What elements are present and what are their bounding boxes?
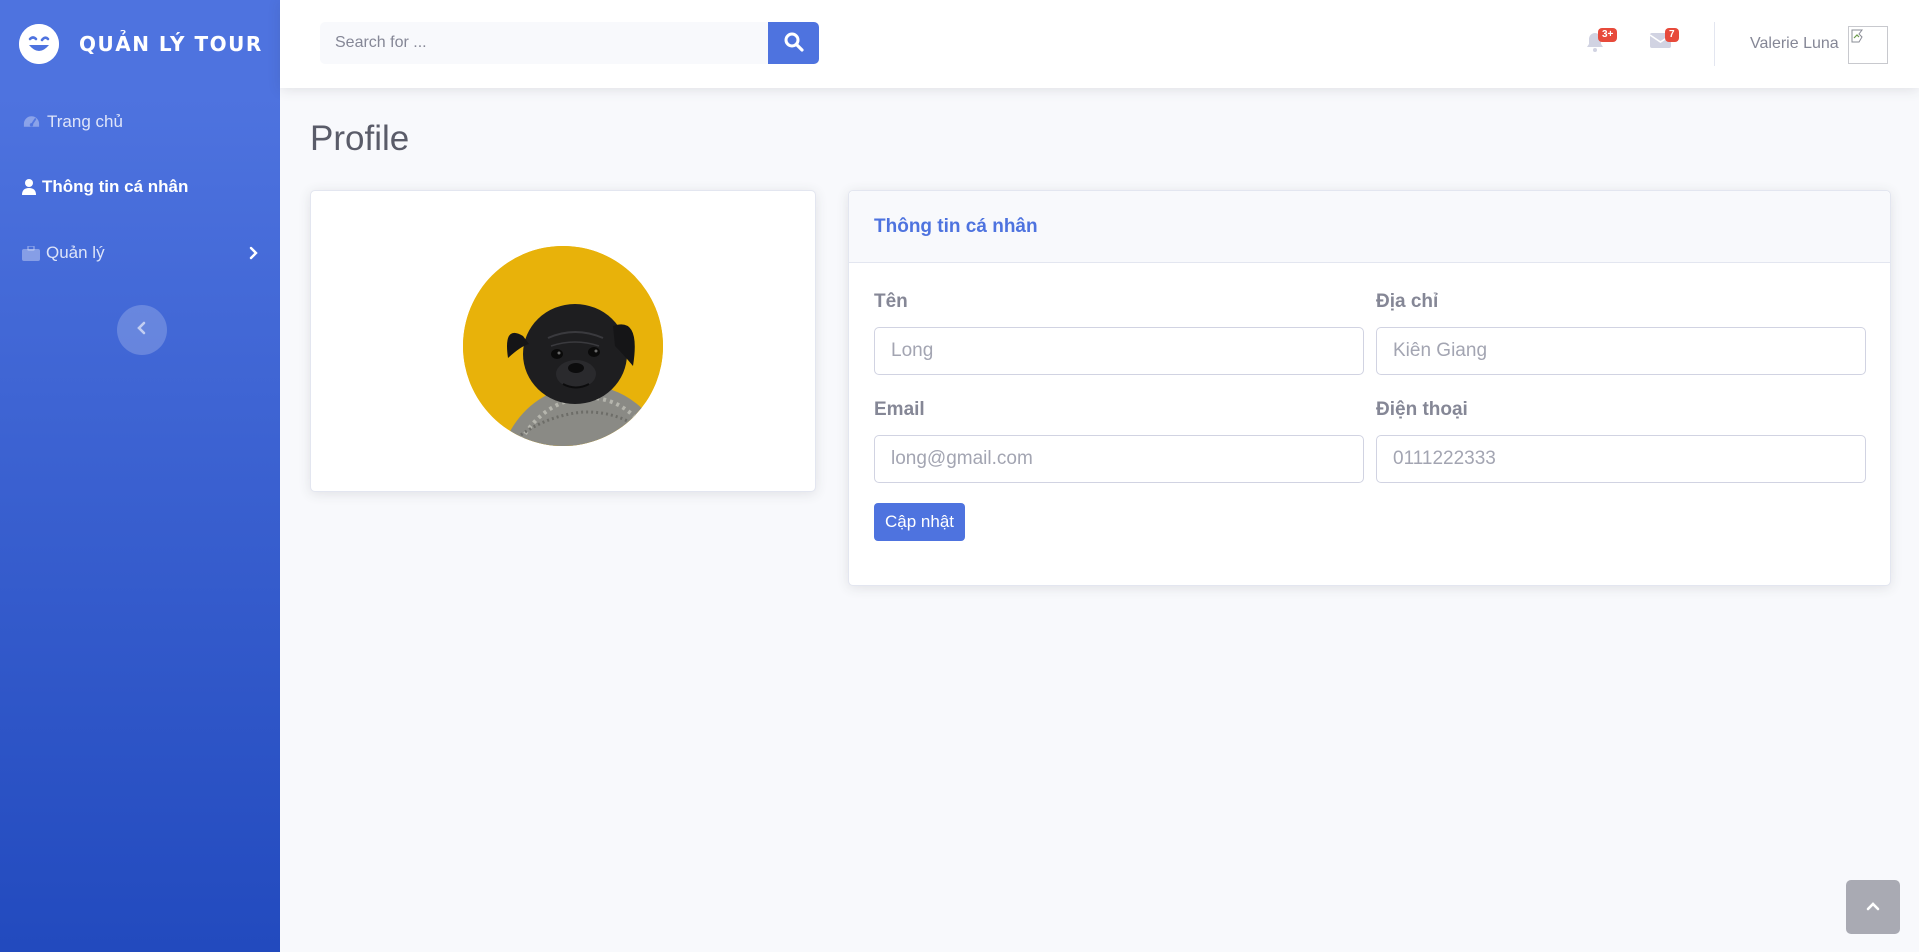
user-icon [22, 179, 36, 195]
name-field[interactable] [874, 327, 1364, 375]
chevron-right-icon [249, 245, 258, 265]
card-title: Thông tin cá nhân [874, 215, 1038, 237]
alerts-dropdown[interactable]: 3+ [1586, 28, 1618, 57]
address-field[interactable] [1376, 327, 1866, 375]
scroll-to-top-button[interactable] [1846, 880, 1900, 934]
messages-dropdown[interactable]: 7 [1649, 28, 1679, 54]
sidebar-item-quan-ly[interactable]: Quản lý [0, 233, 280, 273]
alerts-badge: 3+ [1598, 28, 1618, 42]
tachometer-icon [22, 114, 41, 130]
chevron-left-icon [137, 321, 147, 340]
email-field[interactable] [874, 435, 1364, 483]
phone-label: Điện thoại [1376, 399, 1468, 420]
sidebar-toggle-button[interactable] [117, 305, 167, 355]
sidebar-item-label: Quản lý [46, 243, 105, 262]
profile-photo-card [310, 190, 816, 492]
search-input[interactable] [320, 22, 768, 64]
brand-title: QUẢN LÝ TOUR [79, 32, 263, 56]
search-icon [784, 32, 804, 55]
email-label: Email [874, 399, 925, 420]
briefcase-icon [22, 245, 40, 261]
address-label: Địa chỉ [1376, 291, 1439, 312]
profile-photo [463, 246, 663, 446]
chevron-up-icon [1866, 898, 1880, 916]
sidebar-brand[interactable]: QUẢN LÝ TOUR [0, 0, 280, 88]
user-name[interactable]: Valerie Luna [1750, 35, 1839, 53]
topbar-divider [1714, 22, 1715, 66]
laugh-wink-icon [19, 24, 59, 64]
topbar: 3+ 7 Valerie Luna [280, 0, 1919, 88]
search-button[interactable] [768, 22, 819, 64]
update-button[interactable]: Cập nhật [874, 503, 965, 541]
sidebar-item-label: Thông tin cá nhân [42, 177, 189, 196]
sidebar-item-thong-tin-ca-nhan[interactable]: Thông tin cá nhân [0, 167, 280, 207]
name-label: Tên [874, 291, 908, 312]
page-title: Profile [310, 119, 410, 158]
broken-image-icon [1849, 29, 1869, 51]
profile-info-card: Thông tin cá nhân Tên Địa chỉ Email Điện… [848, 190, 1891, 586]
sidebar-item-trang-chu[interactable]: Trang chủ [0, 102, 280, 142]
sidebar-item-label: Trang chủ [47, 112, 123, 131]
sidebar: QUẢN LÝ TOUR Trang chủ Thông tin cá nhân [0, 0, 280, 952]
avatar[interactable] [1848, 26, 1888, 64]
phone-field[interactable] [1376, 435, 1866, 483]
card-header: Thông tin cá nhân [849, 191, 1890, 263]
search-form [320, 22, 819, 64]
messages-badge: 7 [1665, 28, 1679, 42]
